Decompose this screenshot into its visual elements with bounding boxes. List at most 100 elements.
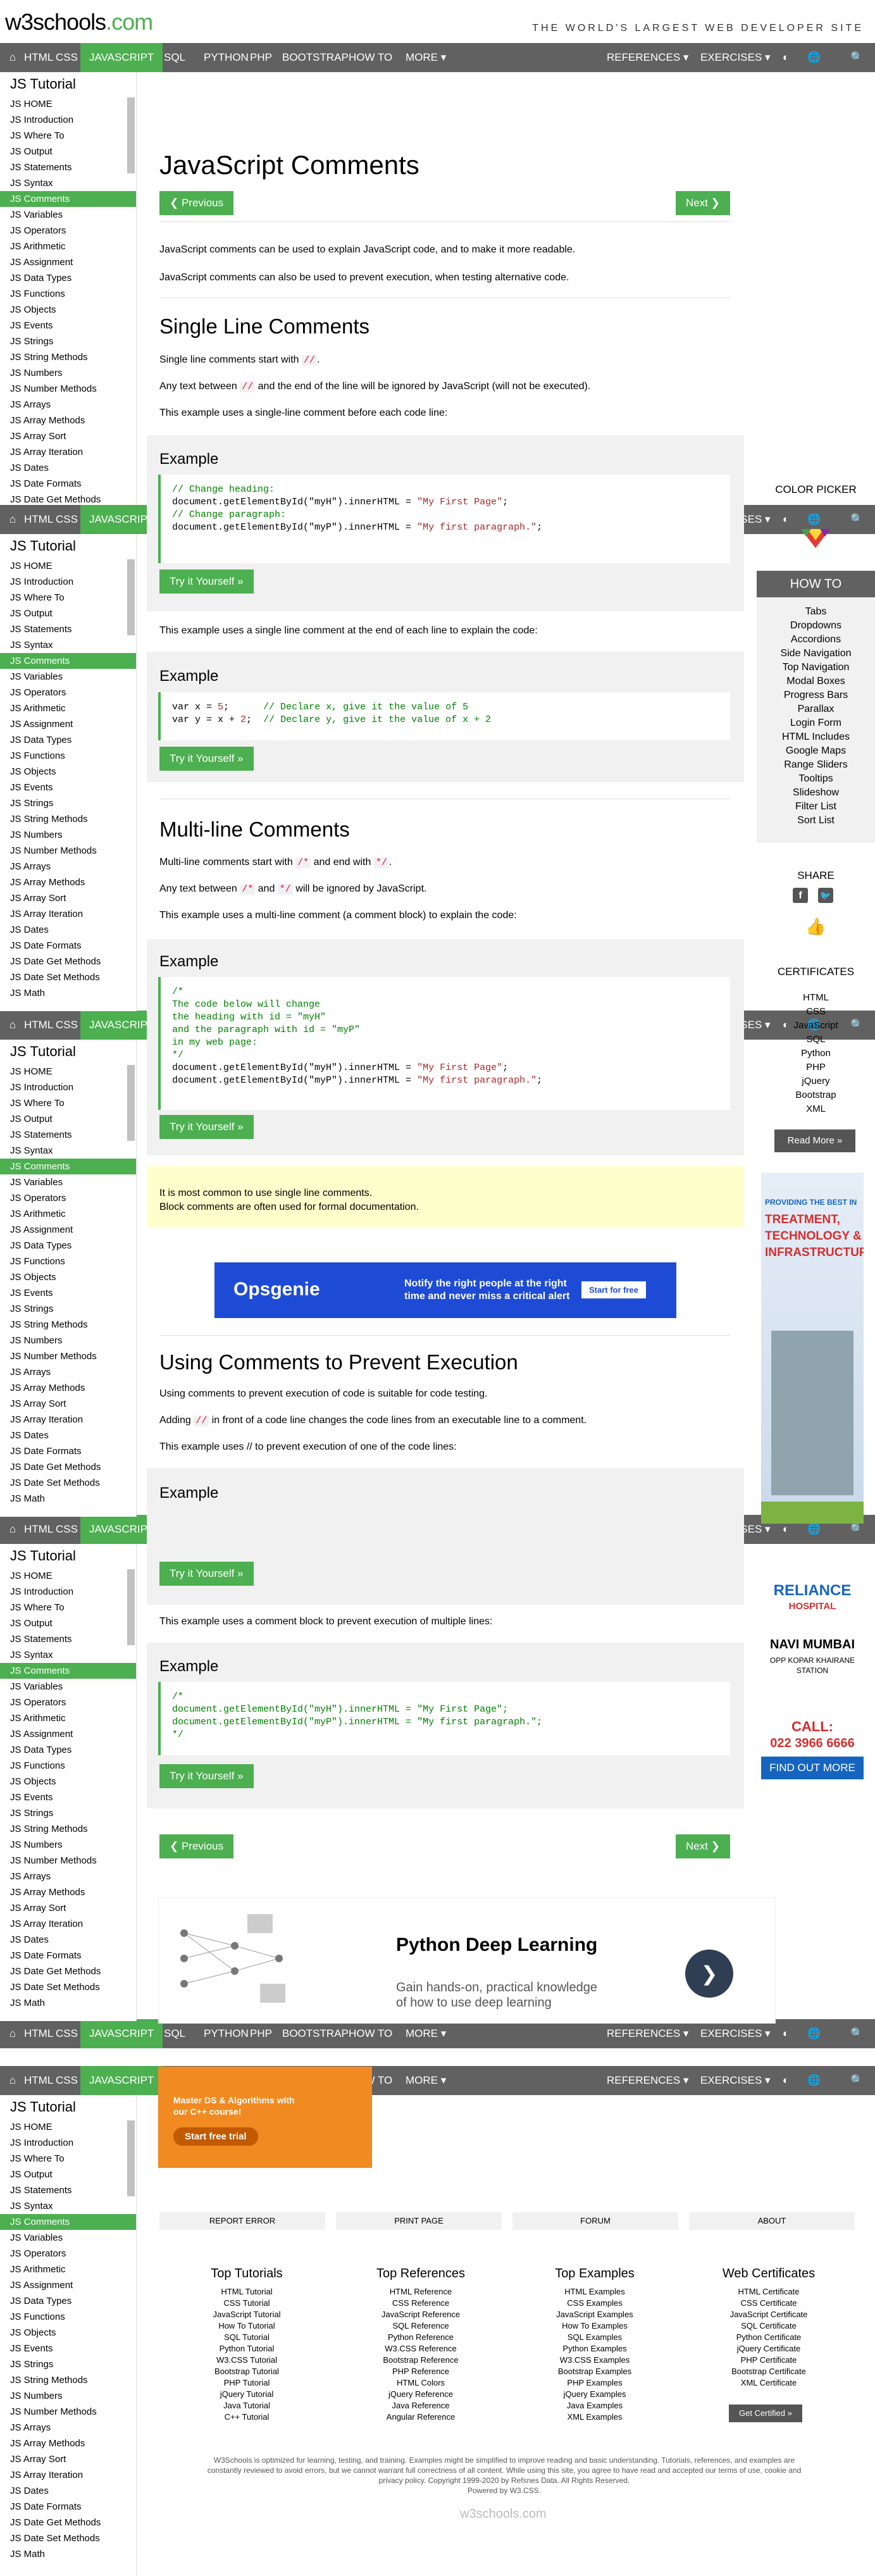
python-ad-arrow-icon[interactable]: ❯ <box>685 1950 733 1998</box>
sidebar-item-js-where-to[interactable]: JS Where To <box>0 2151 136 2167</box>
howto-item[interactable]: Range Sliders <box>757 758 875 772</box>
footer-link[interactable]: Python Certificate <box>693 2332 845 2343</box>
prev-button[interactable]: ❮ Previous <box>159 1834 234 1858</box>
howto-item[interactable]: Login Form <box>757 716 875 730</box>
sidebar-item-js-math[interactable]: JS Math <box>0 2546 136 2562</box>
certificate-item[interactable]: HTML <box>757 991 875 1005</box>
color-picker-icon[interactable] <box>801 529 830 548</box>
search-icon[interactable]: 🔍 <box>845 43 870 72</box>
certificate-item[interactable]: jQuery <box>757 1074 875 1088</box>
sidebar-item-js-numbers[interactable]: JS Numbers <box>0 365 136 381</box>
sidebar-item-js-home[interactable]: JS HOME <box>0 2119 136 2135</box>
howto-item[interactable]: Slideshow <box>757 786 875 800</box>
sidebar-item-js-statements[interactable]: JS Statements <box>0 1127 136 1143</box>
sidebar-item-js-functions[interactable]: JS Functions <box>0 2309 136 2325</box>
sidebar-item-js-array-methods[interactable]: JS Array Methods <box>0 413 136 428</box>
site-logo[interactable]: w3schools.com <box>5 9 153 35</box>
sidebar-item-js-data-types[interactable]: JS Data Types <box>0 270 136 286</box>
sidebar-item-js-numbers[interactable]: JS Numbers <box>0 827 136 843</box>
sidebar-item-js-number-methods[interactable]: JS Number Methods <box>0 1348 136 1364</box>
sidebar-item-js-date-get-methods[interactable]: JS Date Get Methods <box>0 954 136 969</box>
sidebar-item-js-array-iteration[interactable]: JS Array Iteration <box>0 1916 136 1932</box>
certificate-item[interactable]: SQL <box>757 1033 875 1047</box>
footer-link[interactable]: JavaScript Examples <box>519 2309 671 2320</box>
footer-link[interactable]: jQuery Examples <box>519 2389 671 2400</box>
sidebar-item-js-date-set-methods[interactable]: JS Date Set Methods <box>0 1475 136 1491</box>
sidebar-item-js-assignment[interactable]: JS Assignment <box>0 1222 136 1238</box>
sidebar-item-js-number-methods[interactable]: JS Number Methods <box>0 1853 136 1869</box>
nav-references[interactable]: REFERENCES ▾ <box>598 2066 697 2095</box>
sidebar-item-js-introduction[interactable]: JS Introduction <box>0 574 136 590</box>
sidebar-item-js-array-iteration[interactable]: JS Array Iteration <box>0 444 136 460</box>
sidebar-item-js-array-methods[interactable]: JS Array Methods <box>0 874 136 890</box>
sidebar-item-js-assignment[interactable]: JS Assignment <box>0 254 136 270</box>
sidebar-item-js-events[interactable]: JS Events <box>0 2341 136 2356</box>
sidebar-item-js-home[interactable]: JS HOME <box>0 1064 136 1080</box>
sidebar-scrollbar[interactable] <box>127 1569 135 1645</box>
footer-link[interactable]: CSS Reference <box>345 2298 497 2309</box>
howto-item[interactable]: Filter List <box>757 800 875 814</box>
sidebar-item-js-statements[interactable]: JS Statements <box>0 2182 136 2198</box>
footer-link[interactable]: jQuery Tutorial <box>171 2389 323 2400</box>
opsgenie-ad[interactable]: Opsgenie Notify the right people at the … <box>214 1262 676 1318</box>
footer-link[interactable]: HTML Reference <box>345 2286 497 2298</box>
footer-link[interactable]: PHP Reference <box>345 2366 497 2377</box>
sidebar-item-js-numbers[interactable]: JS Numbers <box>0 2388 136 2404</box>
sidebar-item-js-assignment[interactable]: JS Assignment <box>0 1726 136 1742</box>
sidebar-item-js-statements[interactable]: JS Statements <box>0 159 136 175</box>
sidebar-item-js-arrays[interactable]: JS Arrays <box>0 1364 136 1380</box>
sidebar-item-js-variables[interactable]: JS Variables <box>0 1679 136 1695</box>
footer-link[interactable]: Python Tutorial <box>171 2343 323 2355</box>
sidebar-item-js-output[interactable]: JS Output <box>0 2167 136 2182</box>
footer-about-button[interactable]: ABOUT <box>689 2212 855 2230</box>
footer-link[interactable]: SQL Certificate <box>693 2320 845 2332</box>
sidebar-item-js-string-methods[interactable]: JS String Methods <box>0 349 136 365</box>
sidebar-item-js-output[interactable]: JS Output <box>0 1615 136 1631</box>
footer-link[interactable]: SQL Reference <box>345 2320 497 2332</box>
sidebar-item-js-arithmetic[interactable]: JS Arithmetic <box>0 1206 136 1222</box>
facebook-icon[interactable]: f <box>793 888 808 903</box>
howto-item[interactable]: Tabs <box>757 605 875 619</box>
howto-item[interactable]: Top Navigation <box>757 661 875 675</box>
sidebar-item-js-date-formats[interactable]: JS Date Formats <box>0 1948 136 1963</box>
footer-link[interactable]: Bootstrap Examples <box>519 2366 671 2377</box>
sidebar-item-js-syntax[interactable]: JS Syntax <box>0 1647 136 1663</box>
sidebar-item-js-variables[interactable]: JS Variables <box>0 2230 136 2246</box>
howto-item[interactable]: HTML Includes <box>757 730 875 744</box>
sidebar-item-js-arithmetic[interactable]: JS Arithmetic <box>0 239 136 254</box>
python-ad[interactable]: Python Deep Learning Gain hands-on, prac… <box>158 1897 776 2024</box>
sidebar-item-js-objects[interactable]: JS Objects <box>0 1269 136 1285</box>
certificate-item[interactable]: JavaScript <box>757 1019 875 1033</box>
sidebar-item-js-functions[interactable]: JS Functions <box>0 286 136 302</box>
sidebar-item-js-assignment[interactable]: JS Assignment <box>0 2277 136 2293</box>
sidebar-item-js-events[interactable]: JS Events <box>0 318 136 333</box>
sidebar-item-js-arrays[interactable]: JS Arrays <box>0 397 136 413</box>
sidebar-item-js-statements[interactable]: JS Statements <box>0 621 136 637</box>
sidebar-item-js-date-formats[interactable]: JS Date Formats <box>0 2499 136 2515</box>
sidebar-item-js-strings[interactable]: JS Strings <box>0 333 136 349</box>
footer-link[interactable]: C++ Tutorial <box>171 2411 323 2423</box>
sidebar-item-js-functions[interactable]: JS Functions <box>0 748 136 764</box>
sidebar-item-js-operators[interactable]: JS Operators <box>0 1190 136 1206</box>
footer-link[interactable]: CSS Certificate <box>693 2298 845 2309</box>
howto-item[interactable]: Google Maps <box>757 744 875 758</box>
footer-report-error-button[interactable]: REPORT ERROR <box>159 2212 325 2230</box>
sidebar-item-js-array-sort[interactable]: JS Array Sort <box>0 428 136 444</box>
footer-link[interactable]: HTML Examples <box>519 2286 671 2298</box>
cpp-ad[interactable]: Master DS & Algorithms with our C++ cours… <box>158 2067 372 2168</box>
sidebar-item-js-array-methods[interactable]: JS Array Methods <box>0 1380 136 1396</box>
certificate-item[interactable]: CSS <box>757 1005 875 1019</box>
sidebar-item-js-where-to[interactable]: JS Where To <box>0 1095 136 1111</box>
footer-link[interactable]: HTML Certificate <box>693 2286 845 2298</box>
sidebar-item-js-number-methods[interactable]: JS Number Methods <box>0 2404 136 2420</box>
sidebar-item-js-assignment[interactable]: JS Assignment <box>0 716 136 732</box>
sidebar-item-js-math[interactable]: JS Math <box>0 985 136 1001</box>
sidebar-item-js-array-methods[interactable]: JS Array Methods <box>0 1884 136 1900</box>
nav-item-sql[interactable]: SQL <box>155 43 194 72</box>
sidebar-item-js-number-methods[interactable]: JS Number Methods <box>0 843 136 859</box>
footer-link[interactable]: Angular Reference <box>345 2411 497 2423</box>
sidebar-item-js-arithmetic[interactable]: JS Arithmetic <box>0 700 136 716</box>
nav-item-javascript[interactable]: JAVASCRIPT <box>80 2066 163 2095</box>
try-it-button[interactable]: Try it Yourself » <box>159 569 254 594</box>
nav-item-more[interactable]: MORE ▾ <box>397 2066 455 2095</box>
